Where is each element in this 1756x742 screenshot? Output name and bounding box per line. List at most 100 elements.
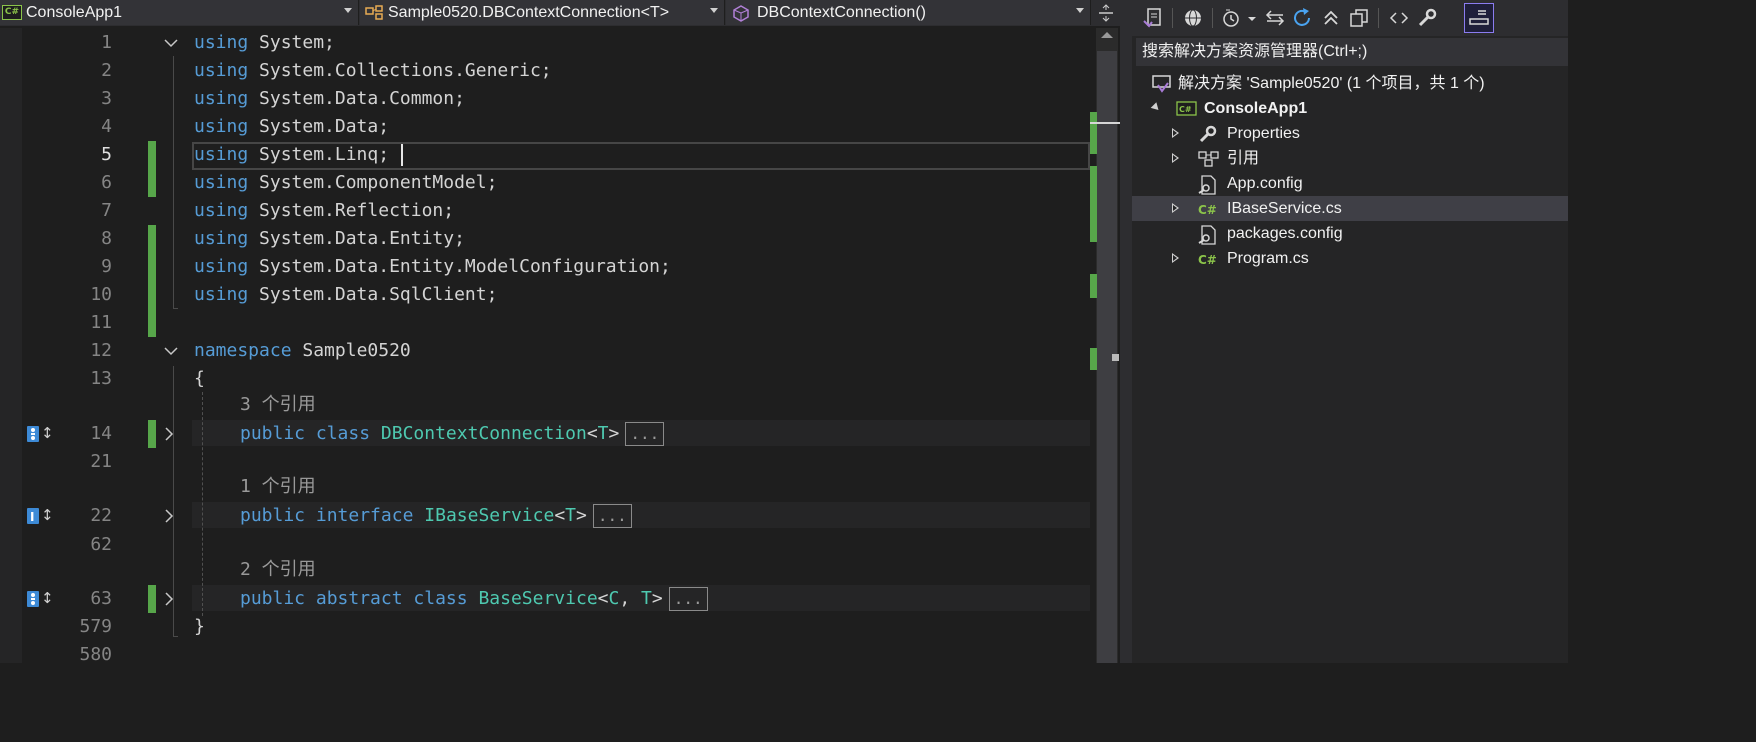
codelens-references[interactable]: 2 个引用 xyxy=(240,557,316,583)
line-number: 13 xyxy=(90,368,112,389)
globe-icon xyxy=(1185,9,1201,27)
code-line[interactable]: { xyxy=(194,365,205,393)
tree-item-solution[interactable]: 解决方案 'Sample0520' (1 个项目，共 1 个) xyxy=(1132,71,1568,96)
navigate-arrow-icon[interactable]: ↕ xyxy=(41,507,54,523)
keyword-token: abstract xyxy=(315,588,403,609)
svg-text:C#: C# xyxy=(1179,105,1192,114)
panel-splitter[interactable] xyxy=(1120,0,1132,663)
pending-changes-filter-button[interactable] xyxy=(1220,5,1260,31)
fold-expand-icon[interactable] xyxy=(162,585,178,613)
project-dropdown[interactable]: C# ConsoleApp1 xyxy=(0,0,359,25)
code-line[interactable]: using System.Data.Entity.ModelConfigurat… xyxy=(194,253,671,281)
type-token: T xyxy=(565,505,576,526)
type-token: IBaseService xyxy=(424,505,555,526)
type-dropdown[interactable]: Sample0520.DBContextConnection<T> xyxy=(360,0,725,25)
sync-with-active-document-button[interactable] xyxy=(1262,5,1288,31)
switch-views-button[interactable] xyxy=(1140,5,1166,31)
code-line[interactable]: public class DBContextConnection<T>... xyxy=(240,420,665,448)
expand-arrow-icon[interactable] xyxy=(1172,128,1179,138)
code-line[interactable]: using System.Data.Entity; xyxy=(194,225,465,253)
navigate-arrow-icon[interactable]: ↕ xyxy=(41,590,54,606)
fold-expand-icon[interactable] xyxy=(162,420,178,448)
tree-item-packages-config[interactable]: packages.config xyxy=(1132,221,1568,246)
line-number: 21 xyxy=(90,451,112,472)
line-number: 5 xyxy=(101,144,112,165)
fold-collapse-icon[interactable] xyxy=(162,29,178,57)
tree-item-properties[interactable]: Properties xyxy=(1132,121,1568,146)
code-line[interactable]: using System.Data.SqlClient; xyxy=(194,281,497,309)
expand-arrow-icon[interactable] xyxy=(1172,203,1179,213)
solution-explorer: 搜索解决方案资源管理器(Ctrl+;) 解决方案 'Sample0520' (1… xyxy=(1132,0,1568,663)
member-dropdown[interactable]: DBContextConnection() xyxy=(726,0,1091,25)
expand-arrow-icon[interactable] xyxy=(1172,153,1179,163)
tree-item-program-cs[interactable]: C# Program.cs xyxy=(1132,246,1568,271)
tree-item-consoleapp1[interactable]: C# ConsoleApp1 xyxy=(1132,96,1568,121)
code-brackets-icon xyxy=(1389,12,1409,24)
collapsed-region-button[interactable]: ... xyxy=(592,504,632,528)
code-token: > xyxy=(608,423,620,444)
split-window-button[interactable] xyxy=(1092,0,1120,26)
tree-item-app-config[interactable]: App.config xyxy=(1132,171,1568,196)
code-token: System.Data.SqlClient; xyxy=(248,284,498,305)
code-line[interactable]: using System.ComponentModel; xyxy=(194,169,497,197)
keyword-token: using xyxy=(194,32,249,53)
change-indicator xyxy=(148,225,156,253)
line-number: 4 xyxy=(101,116,112,137)
properties-button[interactable] xyxy=(1414,5,1440,31)
tree-item-[interactable]: 引用 xyxy=(1132,146,1568,171)
wrench-icon xyxy=(1418,8,1437,27)
inheritance-glyph-icon[interactable] xyxy=(27,591,39,607)
code-token: System.Data.Entity.ModelConfiguration; xyxy=(248,256,671,277)
code-token: System.Data; xyxy=(248,116,390,137)
codelens-references[interactable]: 1 个引用 xyxy=(240,474,316,500)
code-line[interactable]: using System; xyxy=(194,29,335,57)
chevron-down-icon xyxy=(710,8,718,13)
home-button[interactable] xyxy=(1180,5,1206,31)
tree-item-ibaseservice-cs[interactable]: C# IBaseService.cs xyxy=(1132,196,1568,221)
implementation-glyph-icon[interactable]: I xyxy=(27,508,39,524)
codelens-references[interactable]: 3 个引用 xyxy=(240,392,316,418)
code-line[interactable]: using System.Data.Common; xyxy=(194,85,465,113)
show-all-files-button[interactable] xyxy=(1346,5,1372,31)
chevron-down-icon xyxy=(1076,8,1084,13)
scroll-up-icon[interactable] xyxy=(1101,32,1113,38)
expand-arrow-icon[interactable] xyxy=(1172,253,1179,263)
code-token: > xyxy=(576,505,587,526)
line-number: 3 xyxy=(101,88,112,109)
refresh-icon xyxy=(1294,8,1310,26)
solution-explorer-search[interactable]: 搜索解决方案资源管理器(Ctrl+;) xyxy=(1136,38,1568,66)
code-line[interactable]: public interface IBaseService<T>... xyxy=(240,502,632,530)
chevron-down-icon xyxy=(344,8,352,13)
refresh-button[interactable] xyxy=(1290,5,1316,31)
namespace-block-guide xyxy=(173,366,174,636)
keyword-token: class xyxy=(413,588,468,609)
svg-text:I: I xyxy=(30,510,34,524)
using-block-guide-end xyxy=(173,308,178,309)
code-line[interactable]: public abstract class BaseService<C, T>.… xyxy=(240,585,708,613)
collapse-all-button[interactable] xyxy=(1318,5,1344,31)
preview-selected-items-button[interactable] xyxy=(1464,3,1494,33)
collapsed-region-button[interactable]: ... xyxy=(668,587,708,611)
fold-expand-icon[interactable] xyxy=(162,502,178,530)
change-indicator xyxy=(148,420,156,448)
navigate-arrow-icon[interactable]: ↕ xyxy=(41,425,54,441)
expanded-arrow-icon[interactable] xyxy=(1150,102,1162,113)
view-code-button[interactable] xyxy=(1386,5,1412,31)
member-dropdown-label: DBContextConnection() xyxy=(757,3,926,21)
code-line[interactable]: } xyxy=(194,613,205,641)
preview-icon xyxy=(1469,10,1489,25)
code-line[interactable]: namespace Sample0520 xyxy=(194,337,411,365)
line-number: 10 xyxy=(90,284,112,305)
inheritance-glyph-icon[interactable] xyxy=(27,426,39,442)
tree-item-label: 解决方案 'Sample0520' (1 个项目，共 1 个) xyxy=(1178,75,1485,92)
collapsed-region-button[interactable]: ... xyxy=(625,422,665,446)
code-line[interactable]: using System.Collections.Generic; xyxy=(194,57,552,85)
keyword-token: using xyxy=(194,228,249,249)
tree-item-label: App.config xyxy=(1227,175,1303,192)
code-line[interactable]: using System.Data; xyxy=(194,113,389,141)
keyword-token: public xyxy=(240,588,306,609)
code-line[interactable]: using System.Reflection; xyxy=(194,197,454,225)
fold-collapse-icon[interactable] xyxy=(162,337,178,365)
